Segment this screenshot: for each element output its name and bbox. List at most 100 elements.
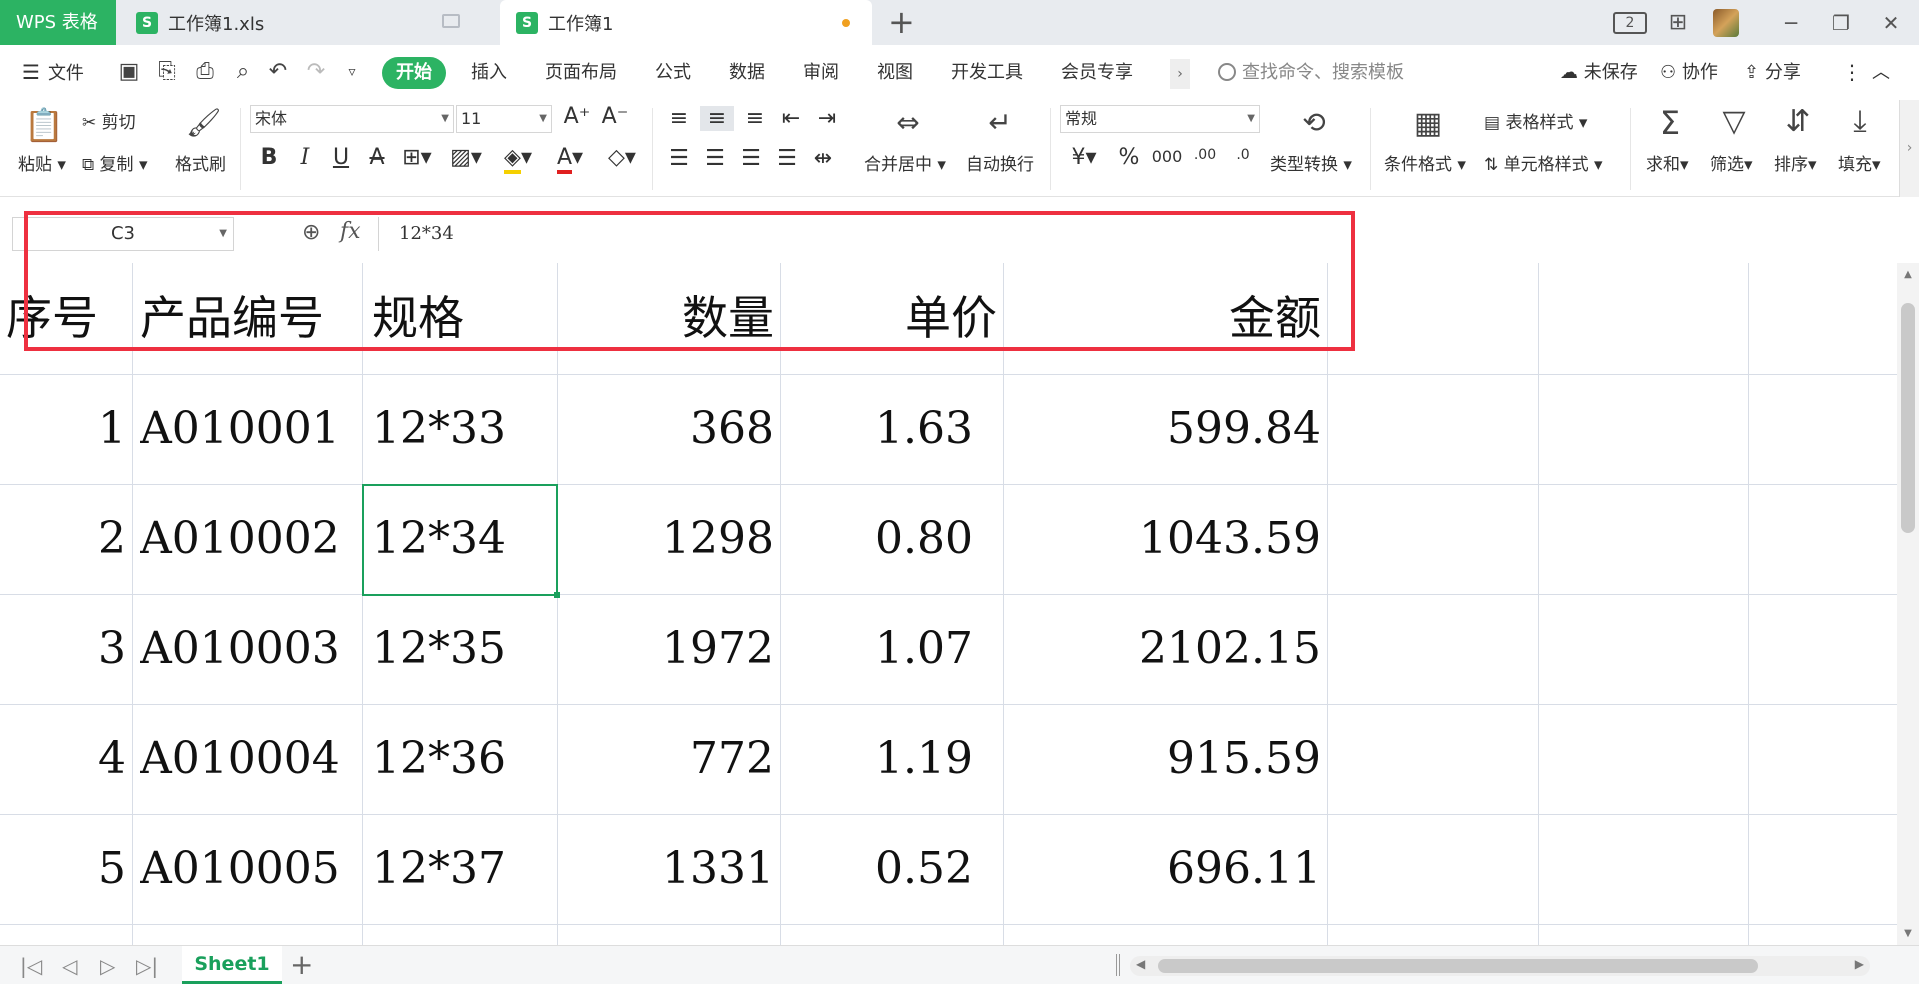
next-sheet-icon[interactable]: ▷ (100, 954, 115, 978)
header-product-code[interactable]: 产品编号 (140, 263, 360, 373)
underline-icon[interactable]: U (328, 145, 354, 170)
paintbrush-icon[interactable]: 🖌 (186, 106, 222, 142)
cell-unit-price[interactable]: 1.63 (783, 374, 973, 484)
zoom-formula-icon[interactable]: ⊕ (302, 221, 326, 245)
align-bottom-icon[interactable]: ≡ (740, 106, 770, 131)
scroll-thumb[interactable] (1158, 959, 1758, 973)
filter-icon[interactable]: ▽ (1716, 104, 1752, 139)
print-icon[interactable]: ⎙ (191, 59, 219, 85)
sum-button[interactable]: 求和▾ (1646, 150, 1689, 175)
font-color-icon[interactable]: A▾ (550, 145, 590, 174)
apps-grid-icon[interactable]: ⊞ (1665, 11, 1691, 34)
increase-decimal-icon[interactable]: .00 (1188, 147, 1222, 163)
sort-button[interactable]: 排序▾ (1774, 150, 1817, 175)
tab-splitter-handle[interactable] (1116, 954, 1120, 976)
increase-font-icon[interactable]: A⁺ (562, 104, 592, 129)
scroll-down-icon[interactable]: ▼ (1897, 928, 1919, 939)
cell-style-button[interactable]: ⇅ 单元格样式 ▾ (1484, 150, 1603, 175)
print-preview-icon[interactable]: ⌕ (229, 59, 257, 85)
justify-icon[interactable]: ☰ (772, 146, 802, 171)
filter-button[interactable]: 筛选▾ (1710, 150, 1753, 175)
sheet-tab-sheet1[interactable]: Sheet1 (182, 946, 282, 984)
undo-icon[interactable]: ↶ (264, 59, 292, 85)
number-format-select[interactable]: 常规 ▼ (1060, 105, 1260, 133)
cell-quantity[interactable]: 772 (560, 704, 774, 814)
conditional-format-icon[interactable]: ▦ (1410, 106, 1446, 141)
tab-member[interactable]: 会员专享 (1061, 45, 1133, 100)
fill-icon[interactable]: ⤓ (1842, 104, 1878, 139)
cell-unit-price[interactable]: 0.80 (783, 484, 973, 594)
fill-color-icon[interactable]: ◈▾ (498, 145, 538, 174)
tab-data[interactable]: 数据 (729, 45, 765, 100)
cell-seq[interactable]: 5 (0, 814, 126, 924)
unsaved-button[interactable]: ☁ 未保存 (1560, 45, 1638, 100)
scroll-right-icon[interactable]: ▶ (1855, 957, 1864, 971)
add-sheet-button[interactable]: + (290, 948, 313, 981)
align-center-icon[interactable]: ☰ (700, 146, 730, 171)
tab-developer[interactable]: 开发工具 (951, 45, 1023, 100)
scroll-thumb[interactable] (1901, 303, 1915, 533)
paste-icon[interactable]: 📋 (24, 106, 64, 144)
layout-badge-icon[interactable]: 2 (1613, 11, 1647, 34)
close-icon[interactable]: ✕ (1869, 11, 1913, 35)
last-sheet-icon[interactable]: ▷| (136, 954, 158, 978)
cell-spec[interactable]: 12*35 (372, 594, 552, 704)
more-options-icon[interactable]: ⋮ (1842, 45, 1862, 100)
header-seq[interactable]: 序号 (6, 263, 126, 373)
header-quantity[interactable]: 数量 (560, 263, 774, 373)
cell-product-code[interactable]: A010003 (140, 594, 360, 704)
cell-product-code[interactable]: A010002 (140, 484, 360, 594)
spreadsheet-grid[interactable]: 序号 产品编号 规格 数量 单价 金额 1 A010001 12*33 368 … (0, 263, 1897, 945)
format-painter-button[interactable]: 格式刷 (175, 150, 226, 175)
tab-insert[interactable]: 插入 (471, 45, 507, 100)
sum-icon[interactable]: Σ (1652, 104, 1688, 142)
conditional-format-button[interactable]: 条件格式 ▾ (1384, 150, 1466, 175)
cell-unit-price[interactable]: 0.52 (783, 814, 973, 924)
command-search[interactable]: 查找命令、搜索模板 (1218, 45, 1404, 100)
currency-icon[interactable]: ¥▾ (1064, 145, 1104, 170)
share-button[interactable]: ⇪ 分享 (1744, 45, 1801, 100)
clear-format-icon[interactable]: ◇▾ (602, 145, 642, 170)
new-tab-button[interactable]: + (888, 4, 915, 40)
cell-fill-pattern-icon[interactable]: ▨▾ (446, 145, 486, 170)
horizontal-scrollbar[interactable]: ◀ ▶ (1130, 956, 1870, 976)
ribbon-scroll-right-icon[interactable]: › (1899, 100, 1919, 197)
italic-icon[interactable]: I (292, 145, 318, 170)
redo-icon[interactable]: ↷ (302, 59, 330, 85)
cell-unit-price[interactable]: 1.19 (783, 704, 973, 814)
font-name-select[interactable]: 宋体 ▼ (250, 105, 454, 133)
chevron-right-icon[interactable]: › (1170, 59, 1190, 89)
cell-amount[interactable]: 1043.59 (1006, 484, 1321, 594)
cut-button[interactable]: ✂ 剪切 (82, 108, 136, 133)
distributed-align-icon[interactable]: ⇹ (808, 146, 838, 171)
header-unit-price[interactable]: 单价 (783, 263, 997, 373)
cell-product-code[interactable]: A010005 (140, 814, 360, 924)
auto-wrap-button[interactable]: 自动换行 (966, 150, 1034, 175)
borders-icon[interactable]: ⊞▾ (400, 145, 434, 170)
cell-spec[interactable]: 12*37 (372, 814, 552, 924)
minimize-icon[interactable]: ─ (1769, 11, 1813, 35)
first-sheet-icon[interactable]: |◁ (20, 954, 42, 978)
cell-quantity[interactable]: 1331 (560, 814, 774, 924)
cell-seq[interactable]: 4 (0, 704, 126, 814)
cell-unit-price[interactable]: 1.07 (783, 594, 973, 704)
font-size-select[interactable]: 11 ▼ (456, 105, 552, 133)
cell-product-code[interactable]: A010001 (140, 374, 360, 484)
strikethrough-icon[interactable]: A (364, 145, 390, 170)
name-box[interactable]: C3 ▼ (12, 217, 234, 251)
export-icon[interactable]: ⎘ (153, 59, 181, 85)
cell-quantity[interactable]: 368 (560, 374, 774, 484)
cell-quantity[interactable]: 1972 (560, 594, 774, 704)
type-convert-button[interactable]: 类型转换 ▾ (1270, 150, 1352, 175)
monitor-icon[interactable] (442, 14, 460, 28)
scroll-left-icon[interactable]: ◀ (1136, 957, 1145, 971)
header-spec[interactable]: 规格 (372, 263, 552, 373)
decrease-indent-icon[interactable]: ⇤ (776, 106, 806, 131)
align-left-icon[interactable]: ☰ (664, 146, 694, 171)
decrease-decimal-icon[interactable]: .0 (1226, 147, 1260, 163)
align-top-icon[interactable]: ≡ (664, 106, 694, 131)
cell-product-code[interactable]: A010004 (140, 704, 360, 814)
save-icon[interactable]: ▣ (115, 59, 143, 85)
tab-page-layout[interactable]: 页面布局 (545, 45, 617, 100)
cell-spec[interactable]: 12*36 (372, 704, 552, 814)
